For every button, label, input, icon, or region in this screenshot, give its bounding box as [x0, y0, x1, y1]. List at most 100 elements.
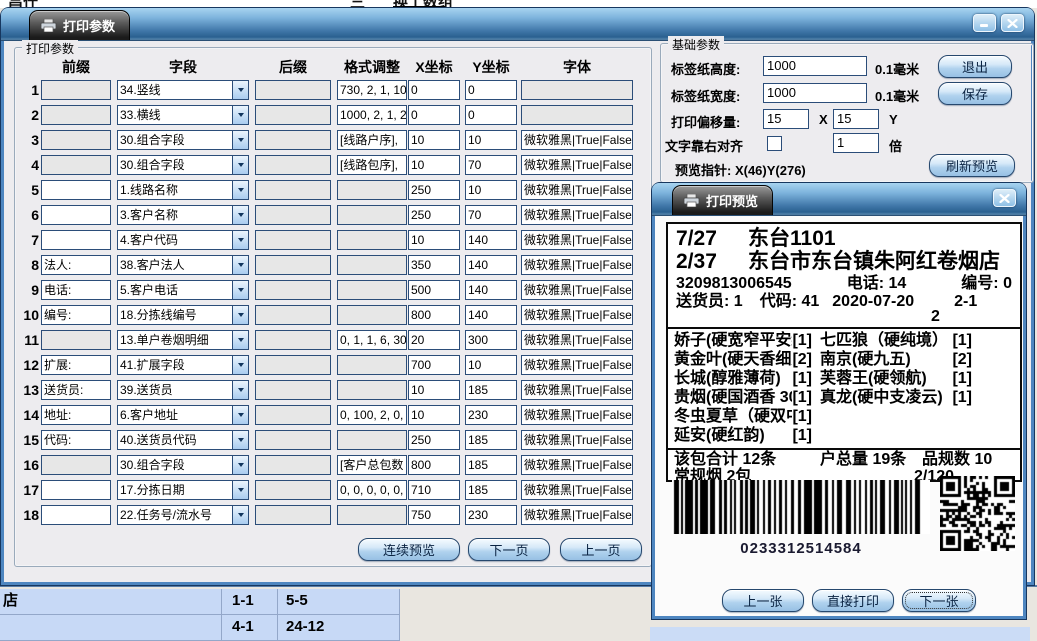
offset-y-input[interactable]: 15: [833, 109, 879, 129]
x-coordinate-input[interactable]: 10: [408, 380, 460, 400]
suffix-input[interactable]: [255, 230, 331, 250]
format-input[interactable]: [337, 180, 407, 200]
field-dropdown[interactable]: 40.送货员代码: [117, 430, 249, 450]
font-input[interactable]: 微软雅黑|True|False: [521, 130, 633, 150]
format-input[interactable]: [337, 430, 407, 450]
field-dropdown[interactable]: 18.分拣线编号: [117, 305, 249, 325]
main-titlebar[interactable]: 打印参数: [1, 8, 1034, 41]
x-coordinate-input[interactable]: 250: [408, 180, 460, 200]
format-input[interactable]: [337, 305, 407, 325]
y-coordinate-input[interactable]: 185: [465, 380, 517, 400]
next-page-button[interactable]: 下一页: [468, 538, 550, 561]
field-dropdown[interactable]: 5.客户电话: [117, 280, 249, 300]
suffix-input[interactable]: [255, 130, 331, 150]
format-input[interactable]: [线路包序],: [337, 155, 407, 175]
prefix-input[interactable]: 代码:: [41, 430, 111, 450]
font-input[interactable]: 微软雅黑|True|False: [521, 305, 633, 325]
format-input[interactable]: [客户总包数: [337, 455, 407, 475]
y-coordinate-input[interactable]: 10: [465, 355, 517, 375]
suffix-input[interactable]: [255, 430, 331, 450]
format-input[interactable]: [337, 205, 407, 225]
field-dropdown[interactable]: 33.横线: [117, 105, 249, 125]
y-coordinate-input[interactable]: 300: [465, 330, 517, 350]
suffix-input[interactable]: [255, 380, 331, 400]
prefix-input[interactable]: [41, 230, 111, 250]
field-dropdown[interactable]: 4.客户代码: [117, 230, 249, 250]
suffix-input[interactable]: [255, 330, 331, 350]
suffix-input[interactable]: [255, 80, 331, 100]
field-dropdown[interactable]: 41.扩展字段: [117, 355, 249, 375]
prev-label-button[interactable]: 上一张: [722, 589, 804, 612]
y-coordinate-input[interactable]: 185: [465, 480, 517, 500]
prefix-input[interactable]: [41, 105, 111, 125]
x-coordinate-input[interactable]: 750: [408, 505, 460, 525]
x-coordinate-input[interactable]: 10: [408, 130, 460, 150]
y-coordinate-input[interactable]: 185: [465, 455, 517, 475]
multiplier-input[interactable]: 1: [833, 133, 879, 153]
dropdown-arrow-icon[interactable]: [232, 356, 248, 374]
dropdown-arrow-icon[interactable]: [232, 256, 248, 274]
format-input[interactable]: 1000, 2, 1, 29: [337, 105, 407, 125]
dropdown-arrow-icon[interactable]: [232, 131, 248, 149]
prefix-input[interactable]: [41, 155, 111, 175]
suffix-input[interactable]: [255, 405, 331, 425]
y-coordinate-input[interactable]: 70: [465, 155, 517, 175]
prefix-input[interactable]: [41, 455, 111, 475]
y-coordinate-input[interactable]: 0: [465, 105, 517, 125]
font-input[interactable]: 微软雅黑|True|False: [521, 180, 633, 200]
dropdown-arrow-icon[interactable]: [232, 431, 248, 449]
format-input[interactable]: [337, 280, 407, 300]
preview-close-button[interactable]: [993, 189, 1016, 207]
suffix-input[interactable]: [255, 355, 331, 375]
dropdown-arrow-icon[interactable]: [232, 306, 248, 324]
x-coordinate-input[interactable]: 250: [408, 430, 460, 450]
suffix-input[interactable]: [255, 480, 331, 500]
font-input[interactable]: 微软雅黑|True|False: [521, 330, 633, 350]
paper-height-input[interactable]: 1000: [763, 56, 867, 76]
dropdown-arrow-icon[interactable]: [232, 181, 248, 199]
dropdown-arrow-icon[interactable]: [232, 406, 248, 424]
prefix-input[interactable]: 电话:: [41, 280, 111, 300]
prefix-input[interactable]: [41, 180, 111, 200]
y-coordinate-input[interactable]: 10: [465, 180, 517, 200]
format-input[interactable]: 0, 100, 2, 0, 5: [337, 405, 407, 425]
font-input[interactable]: 微软雅黑|True|False: [521, 355, 633, 375]
format-input[interactable]: [337, 230, 407, 250]
field-dropdown[interactable]: 3.客户名称: [117, 205, 249, 225]
suffix-input[interactable]: [255, 455, 331, 475]
x-coordinate-input[interactable]: 20: [408, 330, 460, 350]
format-input[interactable]: [337, 380, 407, 400]
field-dropdown[interactable]: 13.单户卷烟明细: [117, 330, 249, 350]
dropdown-arrow-icon[interactable]: [232, 231, 248, 249]
font-input[interactable]: 微软雅黑|True|False: [521, 380, 633, 400]
save-button[interactable]: 保存: [938, 82, 1012, 105]
prefix-input[interactable]: [41, 205, 111, 225]
prefix-input[interactable]: 编号:: [41, 305, 111, 325]
font-input[interactable]: 微软雅黑|True|False: [521, 155, 633, 175]
field-dropdown[interactable]: 30.组合字段: [117, 130, 249, 150]
font-input[interactable]: 微软雅黑|True|False: [521, 405, 633, 425]
y-coordinate-input[interactable]: 140: [465, 230, 517, 250]
dropdown-arrow-icon[interactable]: [232, 81, 248, 99]
prefix-input[interactable]: 扩展:: [41, 355, 111, 375]
prefix-input[interactable]: [41, 130, 111, 150]
x-coordinate-input[interactable]: 10: [408, 230, 460, 250]
paper-width-input[interactable]: 1000: [763, 83, 867, 103]
field-dropdown[interactable]: 39.送货员: [117, 380, 249, 400]
format-input[interactable]: [337, 255, 407, 275]
dropdown-arrow-icon[interactable]: [232, 506, 248, 524]
y-coordinate-input[interactable]: 230: [465, 405, 517, 425]
x-coordinate-input[interactable]: 350: [408, 255, 460, 275]
x-coordinate-input[interactable]: 10: [408, 155, 460, 175]
font-input[interactable]: 微软雅黑|True|False: [521, 255, 633, 275]
font-input[interactable]: 微软雅黑|True|False: [521, 280, 633, 300]
prefix-input[interactable]: [41, 480, 111, 500]
x-coordinate-input[interactable]: 800: [408, 305, 460, 325]
suffix-input[interactable]: [255, 280, 331, 300]
field-dropdown[interactable]: 1.线路名称: [117, 180, 249, 200]
minimize-button[interactable]: [973, 14, 996, 32]
x-coordinate-input[interactable]: 500: [408, 280, 460, 300]
x-coordinate-input[interactable]: 0: [408, 80, 460, 100]
table-row[interactable]: 4-1 24-12: [0, 615, 400, 641]
field-dropdown[interactable]: 30.组合字段: [117, 455, 249, 475]
